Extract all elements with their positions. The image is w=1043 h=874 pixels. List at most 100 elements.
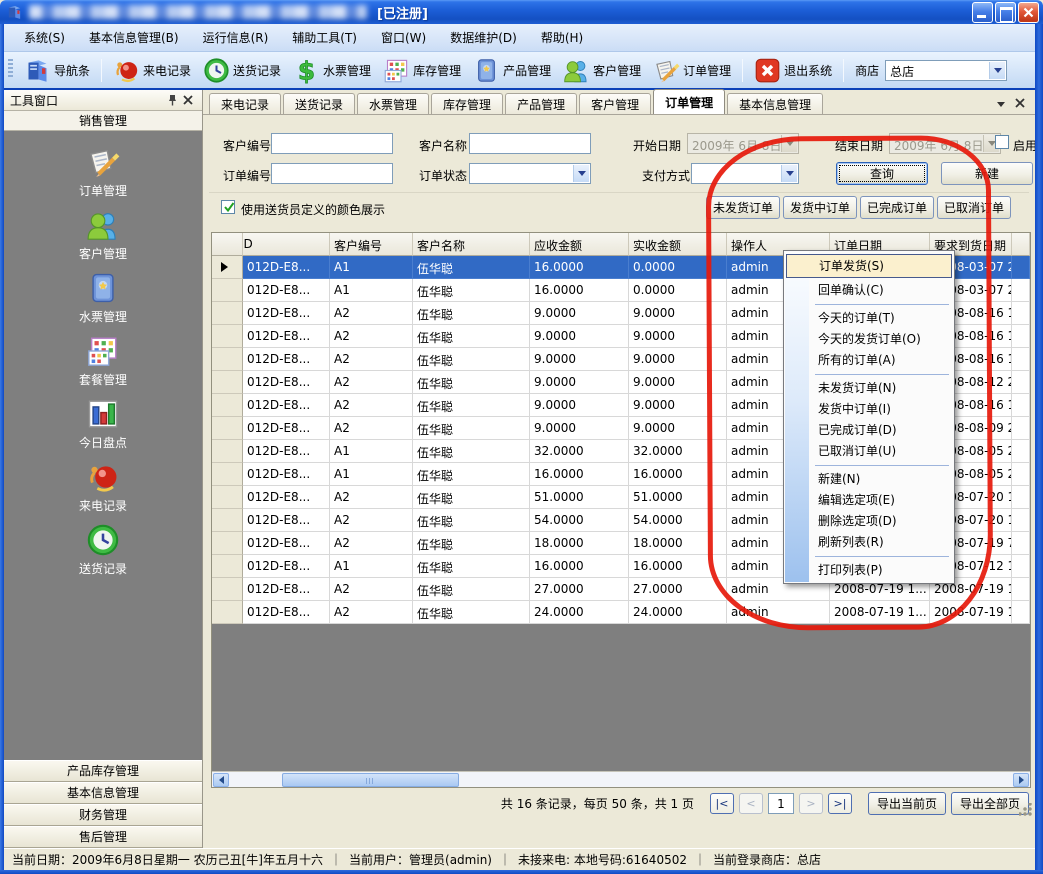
tab-送货记录[interactable]: 送货记录 — [283, 93, 355, 114]
tab-close-icon[interactable] — [1015, 97, 1025, 111]
new-button[interactable]: 新建 — [941, 162, 1033, 185]
sidebar-item-order-pen[interactable]: 订单管理 — [4, 145, 202, 208]
context-menu-item[interactable]: 今天的发货订单(O) — [784, 329, 954, 350]
row-selector[interactable] — [212, 532, 243, 555]
pay-method-select[interactable] — [691, 163, 799, 184]
start-date-picker[interactable]: 2009年 6月 8日 — [687, 133, 799, 154]
row-selector[interactable] — [212, 440, 243, 463]
toolbar-button-exit-x[interactable]: 退出系统 — [748, 55, 838, 86]
tab-基本信息管理[interactable]: 基本信息管理 — [727, 93, 823, 114]
pay-method-arrow[interactable] — [781, 165, 797, 182]
sidebar-item-chart-bars[interactable]: 今日盘点 — [4, 397, 202, 460]
scrollbar-thumb[interactable] — [282, 773, 459, 787]
context-menu-item[interactable]: 已完成订单(D) — [784, 420, 954, 441]
customer-code-input[interactable] — [271, 133, 393, 154]
grid-column-header[interactable]: 客户编号 — [330, 233, 413, 256]
prev-page-button[interactable]: < — [739, 793, 763, 814]
context-menu-item[interactable]: 删除选定项(D) — [784, 511, 954, 532]
context-menu-item[interactable]: 回单确认(C) — [784, 280, 954, 301]
resize-grip[interactable] — [1019, 803, 1032, 816]
next-page-button[interactable]: > — [799, 793, 823, 814]
toolbar-button-inventory-grid[interactable]: 库存管理 — [377, 55, 467, 86]
scroll-right-icon[interactable] — [1013, 773, 1029, 787]
menubar-item[interactable]: 运行信息(R) — [191, 27, 281, 49]
close-icon[interactable] — [180, 92, 196, 108]
status-filter-button[interactable]: 未发货订单 — [706, 196, 780, 219]
tab-库存管理[interactable]: 库存管理 — [431, 93, 503, 114]
scroll-left-icon[interactable] — [213, 773, 229, 787]
context-menu-item[interactable]: 发货中订单(I) — [784, 399, 954, 420]
row-selector[interactable] — [212, 486, 243, 509]
row-selector[interactable] — [212, 348, 243, 371]
grid-column-header[interactable]: 实收金额 — [629, 233, 727, 256]
toolbar-grip[interactable] — [8, 59, 13, 79]
row-selector[interactable] — [212, 279, 243, 302]
context-menu-item[interactable]: 编辑选定项(E) — [784, 490, 954, 511]
sidebar-item-call-bell[interactable]: 来电记录 — [4, 460, 202, 523]
sidebar-section-bar[interactable]: 基本信息管理 — [4, 782, 202, 804]
export-all-pages-button[interactable]: 导出全部页 — [951, 792, 1029, 815]
grid-column-header[interactable]: 应收金额 — [530, 233, 629, 256]
table-row[interactable]: 012D-E8...A2伍华聪24.000024.0000admin2008-0… — [212, 601, 1030, 624]
sidebar-item-customers-people[interactable]: 客户管理 — [4, 208, 202, 271]
sidebar-item-ticket-card[interactable]: 水票管理 — [4, 271, 202, 334]
toolbar-button-navbar-book[interactable]: 导航条 — [18, 55, 96, 86]
row-selector[interactable] — [212, 578, 243, 601]
row-selector[interactable] — [212, 302, 243, 325]
row-selector[interactable] — [212, 509, 243, 532]
menubar-item[interactable]: 基本信息管理(B) — [77, 27, 191, 49]
toolbar-button-product-book[interactable]: 产品管理 — [467, 55, 557, 86]
enable-checkbox[interactable] — [995, 135, 1009, 149]
context-menu-item[interactable]: 刷新列表(R) — [784, 532, 954, 553]
minimize-button[interactable] — [972, 2, 993, 23]
maximize-button[interactable] — [995, 2, 1016, 23]
toolbar-button-order-pen[interactable]: 订单管理 — [647, 55, 737, 86]
row-selector[interactable] — [212, 417, 243, 440]
row-selector[interactable] — [212, 394, 243, 417]
export-current-page-button[interactable]: 导出当前页 — [868, 792, 946, 815]
customer-name-input[interactable] — [469, 133, 591, 154]
context-menu-item[interactable]: 打印列表(P) — [784, 560, 954, 581]
menubar-item[interactable]: 帮助(H) — [529, 27, 595, 49]
row-selector[interactable] — [212, 601, 243, 624]
row-selector[interactable] — [212, 555, 243, 578]
sidebar-section-sales[interactable]: 销售管理 — [4, 111, 202, 131]
start-date-arrow[interactable] — [781, 135, 797, 152]
tab-客户管理[interactable]: 客户管理 — [579, 93, 651, 114]
row-selector[interactable] — [212, 463, 243, 486]
sidebar-section-bar[interactable]: 售后管理 — [4, 826, 202, 848]
tab-水票管理[interactable]: 水票管理 — [357, 93, 429, 114]
context-menu-item[interactable]: 所有的订单(A) — [784, 350, 954, 371]
last-page-button[interactable]: >| — [828, 793, 852, 814]
toolbar-button-call-bell[interactable]: 来电记录 — [107, 55, 197, 86]
sidebar-section-bar[interactable]: 财务管理 — [4, 804, 202, 826]
status-filter-button[interactable]: 已取消订单 — [937, 196, 1011, 219]
grid-column-header[interactable]: 客户名称 — [413, 233, 530, 256]
tab-来电记录[interactable]: 来电记录 — [209, 93, 281, 114]
end-date-picker[interactable]: 2009年 6月 8日 — [889, 133, 1001, 154]
tab-产品管理[interactable]: 产品管理 — [505, 93, 577, 114]
shop-select-arrow[interactable] — [989, 62, 1005, 79]
status-filter-button[interactable]: 发货中订单 — [783, 196, 857, 219]
pin-icon[interactable] — [164, 92, 180, 108]
shop-select[interactable]: 总店 — [885, 60, 1007, 81]
row-selector[interactable] — [212, 371, 243, 394]
toolbar-button-customers-people[interactable]: 客户管理 — [557, 55, 647, 86]
row-selector[interactable] — [212, 325, 243, 348]
query-button[interactable]: 查询 — [836, 162, 928, 185]
first-page-button[interactable]: |< — [710, 793, 734, 814]
sidebar-item-delivery-clock[interactable]: 送货记录 — [4, 523, 202, 586]
context-menu-item[interactable]: 已取消订单(U) — [784, 441, 954, 462]
context-menu-item[interactable]: 未发货订单(N) — [784, 378, 954, 399]
tab-订单管理[interactable]: 订单管理 — [653, 89, 725, 114]
toolbar-button-dollar[interactable]: $水票管理 — [287, 55, 377, 86]
row-selector[interactable] — [212, 256, 243, 279]
menubar-item[interactable]: 数据维护(D) — [438, 27, 529, 49]
menubar-item[interactable]: 系统(S) — [12, 27, 77, 49]
toolbar-button-delivery-clock[interactable]: 送货记录 — [197, 55, 287, 86]
context-menu-item[interactable]: 新建(N) — [784, 469, 954, 490]
context-menu-item[interactable]: 今天的订单(T) — [784, 308, 954, 329]
sidebar-item-inventory-grid[interactable]: 套餐管理 — [4, 334, 202, 397]
menubar-item[interactable]: 辅助工具(T) — [280, 27, 369, 49]
context-menu-item[interactable]: 订单发货(S) — [786, 254, 952, 278]
